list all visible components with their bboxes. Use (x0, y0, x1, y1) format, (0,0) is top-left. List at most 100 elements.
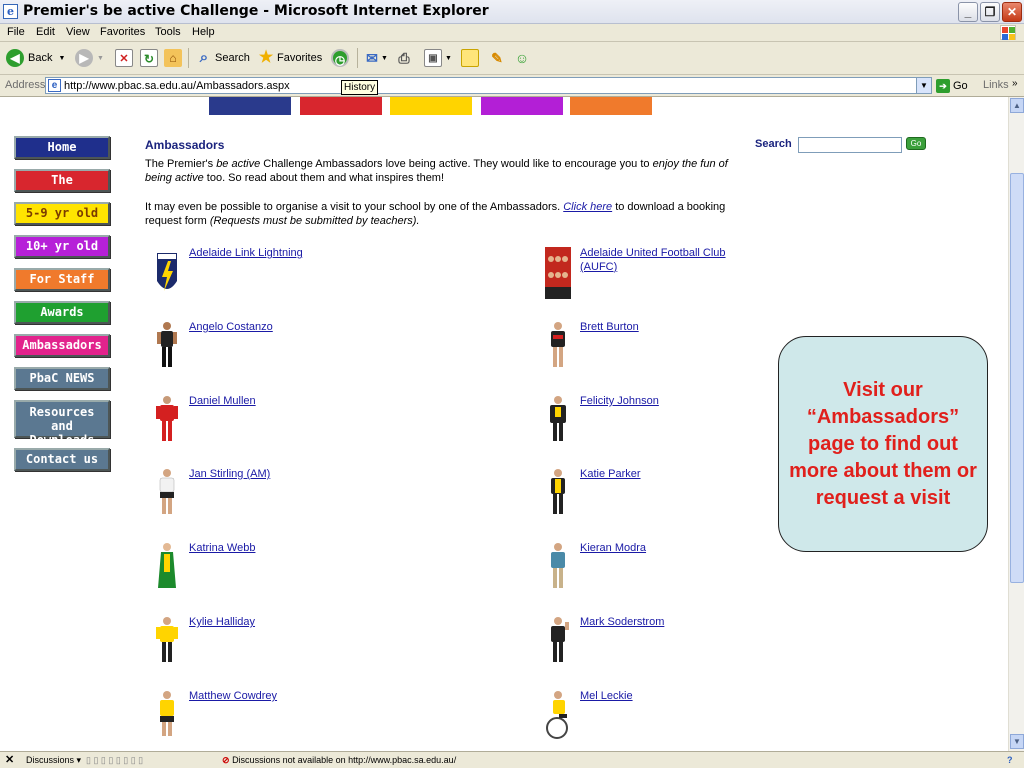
ambassador-link[interactable]: Felicity Johnson (580, 395, 760, 409)
chevron-right-icon[interactable]: » (1012, 78, 1018, 89)
person-photo-icon (158, 543, 176, 588)
home-button[interactable]: ⌂ (164, 47, 182, 69)
note-icon (461, 49, 479, 67)
person-photo-icon (160, 691, 174, 736)
search-input[interactable] (798, 137, 902, 153)
menu-favorites[interactable]: Favorites (100, 26, 145, 38)
close-discussions-icon[interactable]: ✕ (5, 753, 14, 766)
mail-icon: ✉ (366, 50, 378, 66)
ambassador-link[interactable]: Katrina Webb (189, 542, 369, 556)
back-arrow-icon: ◀ (6, 49, 24, 67)
ambassador-link[interactable]: Jan Stirling (AM) (189, 468, 369, 482)
stop-button[interactable]: ✕ (115, 47, 133, 69)
nav-contact-us[interactable]: Contact us (14, 448, 110, 471)
person-photo-icon (156, 396, 178, 441)
refresh-button[interactable]: ↻ (140, 47, 158, 69)
edit-page-icon: ▣ (424, 49, 442, 67)
back-button[interactable]: ◀ Back ▼ (6, 47, 65, 69)
home-icon: ⌂ (164, 49, 182, 67)
scroll-down-icon[interactable]: ▼ (1010, 734, 1024, 749)
color-strip-red (300, 97, 382, 115)
nav-pbac-news[interactable]: PbaC NEWS (14, 367, 110, 390)
forward-arrow-icon: ▶ (75, 49, 93, 67)
research-icon: ✎ (491, 50, 503, 66)
dropdown-arrow-icon: ▼ (381, 54, 388, 62)
page-title: Ambassadors (145, 138, 225, 152)
ambassador-link[interactable]: Brett Burton (580, 321, 760, 335)
person-photo-icon (157, 322, 177, 367)
nav-home[interactable]: Home (14, 136, 110, 159)
ambassador-link[interactable]: Mel Leckie (580, 690, 760, 704)
refresh-icon: ↻ (140, 49, 158, 67)
nav-ambassadors[interactable]: Ambassadors (14, 334, 110, 357)
minimize-button[interactable]: _ (958, 2, 978, 22)
page-icon: e (48, 79, 61, 92)
callout-text: Visit our “Ambassadors” page to find out… (789, 378, 977, 509)
nav-the-challenge[interactable]: The Challenge (14, 169, 110, 206)
person-photo-icon (159, 469, 175, 514)
messenger-button[interactable]: ☺ (513, 47, 531, 69)
ambassador-link[interactable]: Kylie Halliday (189, 616, 369, 630)
color-strip-purple (481, 97, 563, 115)
menu-tools[interactable]: Tools (155, 26, 181, 38)
scroll-up-icon[interactable]: ▲ (1010, 98, 1024, 113)
standard-toolbar: ◀ Back ▼ ▶ ▼ ✕ ↻ ⌂ ⌕ Search ★ Favorites … (0, 42, 1024, 75)
go-button[interactable]: ➔ Go (936, 79, 968, 93)
close-button[interactable]: ✕ (1002, 2, 1022, 22)
help-icon[interactable]: ? (1007, 755, 1013, 765)
discussions-bar: ✕ Discussions ▾ ▯ ▯ ▯ ▯ ▯ ▯ ▯ ▯ ⊘ Discus… (0, 751, 1024, 768)
nav-for-staff[interactable]: For Staff (14, 268, 110, 291)
ambassador-link[interactable]: Katie Parker (580, 468, 760, 482)
research-button[interactable]: ✎ (488, 47, 506, 69)
person-photo-icon (551, 322, 565, 367)
address-dropdown-icon[interactable]: ▼ (916, 78, 931, 93)
discussion-tools-icons[interactable]: ▯ ▯ ▯ ▯ ▯ ▯ ▯ ▯ (86, 755, 143, 766)
forward-button[interactable]: ▶ ▼ (75, 47, 104, 69)
ambassador-link[interactable]: Matthew Cowdrey (189, 690, 369, 704)
menu-help[interactable]: Help (192, 26, 215, 38)
windows-flag-icon (1000, 25, 1016, 40)
click-here-link[interactable]: Click here (563, 201, 612, 213)
ambassador-link[interactable]: Daniel Mullen (189, 395, 369, 409)
ambassador-link[interactable]: Kieran Modra (580, 542, 760, 556)
nav-awards[interactable]: Awards (14, 301, 110, 324)
nav-5-9-yr-old[interactable]: 5-9 yr old (14, 202, 110, 225)
edit-button[interactable]: ▣ ▼ (424, 47, 452, 69)
address-label: Address (5, 79, 46, 91)
mail-button[interactable]: ✉ ▼ (363, 47, 388, 69)
history-button[interactable]: ◷ (331, 47, 349, 69)
address-url[interactable]: http://www.pbac.sa.edu.au/Ambassadors.as… (64, 80, 290, 92)
links-button[interactable]: Links (983, 79, 1009, 91)
window-title-bar: e Premier's be active Challenge - Micros… (0, 0, 1024, 24)
favorites-button[interactable]: ★ Favorites (257, 47, 322, 69)
scrollbar-thumb[interactable] (1010, 173, 1024, 583)
vertical-scrollbar[interactable]: ▲ ▼ (1008, 97, 1024, 751)
menu-edit[interactable]: Edit (36, 26, 55, 38)
ambassador-link[interactable]: Adelaide United Football Club (AUFC) (580, 247, 760, 274)
person-photo-icon (551, 543, 565, 588)
address-input[interactable]: e http://www.pbac.sa.edu.au/Ambassadors.… (45, 77, 932, 94)
discussions-menu[interactable]: Discussions ▾ (26, 755, 81, 766)
team-photo-icon (545, 247, 571, 299)
menu-file[interactable]: File (7, 26, 25, 38)
not-available-icon: ⊘ (222, 755, 230, 765)
search-go-button[interactable]: Go (906, 137, 926, 150)
visit-paragraph: It may even be possible to organise a vi… (145, 201, 726, 227)
person-photo-icon (156, 617, 178, 662)
search-button[interactable]: ⌕ Search (195, 47, 250, 69)
nav-resources-and-downloads[interactable]: Resources and Downloads (14, 400, 110, 447)
maximize-button[interactable]: ❐ (980, 2, 1000, 22)
dropdown-arrow-icon: ▼ (445, 54, 452, 62)
print-button[interactable]: ⎙ (395, 47, 413, 69)
magnifier-icon: ⌕ (199, 49, 209, 66)
nav-10-plus-yr-old[interactable]: 10+ yr old (14, 235, 110, 258)
messenger-note-button[interactable] (461, 47, 479, 69)
ambassador-link[interactable]: Angelo Costanzo (189, 321, 369, 335)
toolbar-separator (188, 48, 189, 68)
menu-view[interactable]: View (66, 26, 90, 38)
ambassador-link[interactable]: Adelaide Link Lightning (189, 247, 369, 261)
messenger-people-icon: ☺ (514, 50, 530, 66)
lightning-logo-icon (157, 253, 177, 291)
ambassador-link[interactable]: Mark Soderstrom (580, 616, 760, 630)
toolbar-separator (357, 48, 358, 68)
